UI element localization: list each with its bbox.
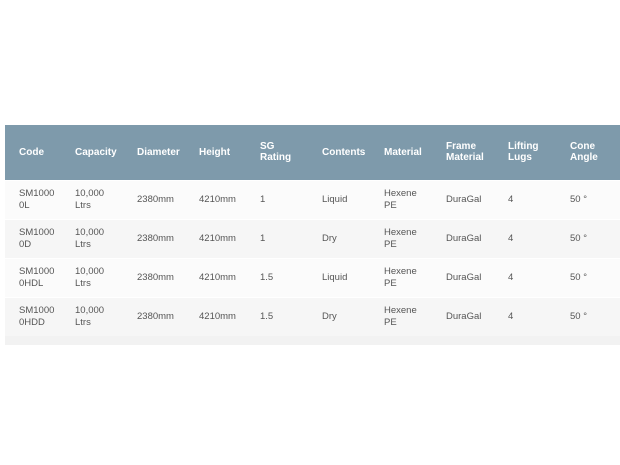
cell-cone-angle: 50 °	[570, 271, 588, 283]
product-spec-table-container: Code Capacity Diameter Height SG Rating C…	[5, 125, 620, 345]
cell-sg-rating: 1	[260, 232, 266, 244]
cell-lifting-lugs: 4	[508, 310, 514, 322]
cell-capacity: 10,000 Ltrs	[75, 187, 105, 211]
table-row: SM1000 0HDL 10,000 Ltrs 2380mm 4210mm 1.5 …	[5, 258, 620, 297]
cell-cone-angle: 50 °	[570, 193, 588, 205]
cell-lifting-lugs: 4	[508, 232, 514, 244]
header-code: Code	[19, 146, 44, 158]
header-sg-rating: SG Rating	[260, 141, 292, 164]
cell-frame-material: DuraGal	[446, 193, 482, 205]
cell-sg-rating: 1	[260, 193, 266, 205]
cell-material: Hexene PE	[384, 226, 417, 250]
cell-frame-material: DuraGal	[446, 232, 482, 244]
header-lifting-lugs: Lifting Lugs	[508, 141, 539, 164]
cell-capacity: 10,000 Ltrs	[75, 304, 105, 328]
header-contents: Contents	[322, 146, 366, 158]
cell-contents: Dry	[322, 232, 337, 244]
table-row: SM1000 0HDD 10,000 Ltrs 2380mm 4210mm 1.5 …	[5, 297, 620, 336]
cell-contents: Liquid	[322, 271, 348, 283]
header-cone-angle: Cone Angle	[570, 141, 598, 164]
cell-lifting-lugs: 4	[508, 193, 514, 205]
cell-contents: Dry	[322, 310, 337, 322]
cell-diameter: 2380mm	[137, 232, 174, 244]
cell-capacity: 10,000 Ltrs	[75, 226, 105, 250]
cell-sg-rating: 1.5	[260, 310, 274, 322]
cell-diameter: 2380mm	[137, 271, 174, 283]
table-row: SM1000 0L 10,000 Ltrs 2380mm 4210mm 1 Liqu…	[5, 180, 620, 219]
cell-frame-material: DuraGal	[446, 310, 482, 322]
cell-frame-material: DuraGal	[446, 271, 482, 283]
cell-code: SM1000 0D	[19, 226, 55, 250]
cell-capacity: 10,000 Ltrs	[75, 265, 105, 289]
header-diameter: Diameter	[137, 146, 180, 158]
table-header-row: Code Capacity Diameter Height SG Rating C…	[5, 125, 620, 180]
cell-material: Hexene PE	[384, 265, 417, 289]
cell-code: SM1000 0HDL	[19, 265, 55, 289]
cell-cone-angle: 50 °	[570, 232, 588, 244]
cell-lifting-lugs: 4	[508, 271, 514, 283]
cell-material: Hexene PE	[384, 304, 417, 328]
header-material: Material	[384, 146, 422, 158]
product-spec-table: Code Capacity Diameter Height SG Rating C…	[5, 125, 620, 336]
header-frame-material: Frame Material	[446, 141, 484, 164]
table-row: SM1000 0D 10,000 Ltrs 2380mm 4210mm 1 Dry …	[5, 219, 620, 258]
cell-diameter: 2380mm	[137, 193, 174, 205]
cell-material: Hexene PE	[384, 187, 417, 211]
cell-cone-angle: 50 °	[570, 310, 588, 322]
cell-height: 4210mm	[199, 193, 236, 205]
cell-code: SM1000 0L	[19, 187, 55, 211]
cell-diameter: 2380mm	[137, 310, 174, 322]
cell-contents: Liquid	[322, 193, 348, 205]
table-bottom-strip	[5, 336, 620, 345]
cell-height: 4210mm	[199, 232, 236, 244]
cell-height: 4210mm	[199, 271, 236, 283]
header-height: Height	[199, 146, 231, 158]
cell-code: SM1000 0HDD	[19, 304, 55, 328]
header-capacity: Capacity	[75, 146, 117, 158]
cell-height: 4210mm	[199, 310, 236, 322]
cell-sg-rating: 1.5	[260, 271, 274, 283]
